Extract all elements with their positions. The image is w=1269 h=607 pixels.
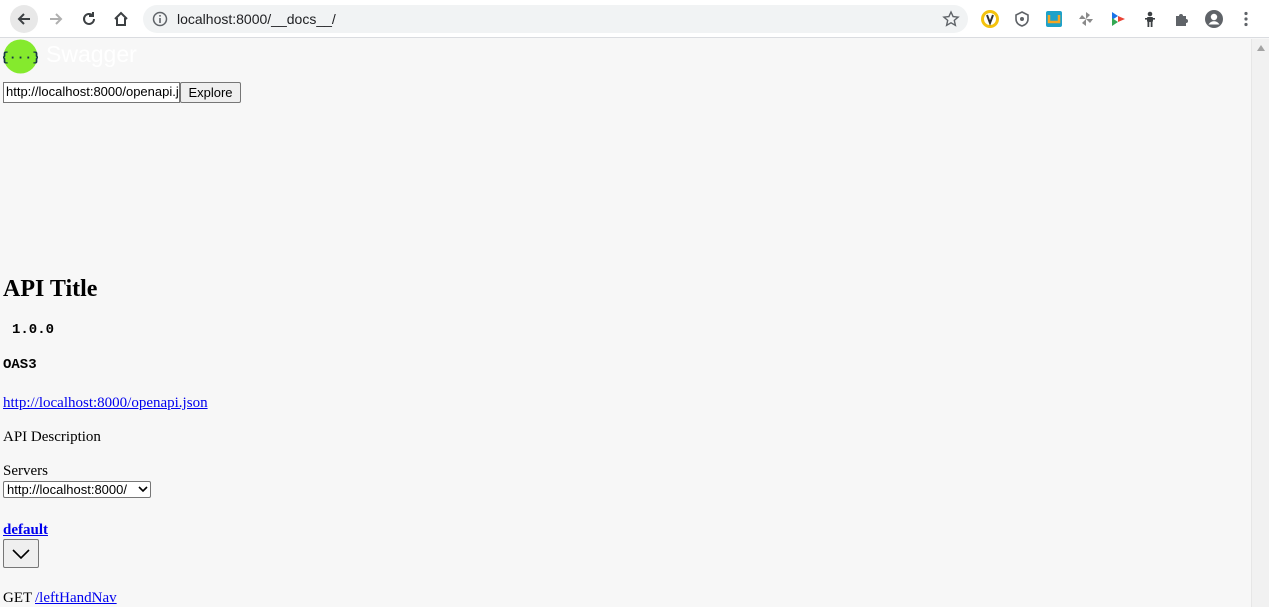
reload-icon <box>83 12 95 25</box>
address-url: localhost:8000/__docs__/ <box>177 11 336 27</box>
star-icon[interactable] <box>942 10 960 28</box>
swagger-logo-text: Swagger <box>46 41 137 67</box>
servers-selected-value: http://localhost:8000/ <box>7 482 127 497</box>
api-title: API Title <box>3 276 98 302</box>
reload-button[interactable] <box>75 5 103 33</box>
page-scrollbar[interactable] <box>1251 39 1269 607</box>
svg-text:{···}: {···} <box>3 50 38 65</box>
chevron-down-icon <box>12 548 30 559</box>
tag-default-link[interactable]: default <box>3 522 48 539</box>
chevron-down-icon <box>138 486 148 493</box>
servers-select[interactable]: http://localhost:8000/ <box>3 481 151 498</box>
menu-icon[interactable] <box>1236 9 1256 29</box>
puzzle-icon[interactable] <box>1172 9 1192 29</box>
extension-shield-icon[interactable] <box>1012 9 1032 29</box>
extension-play-icon[interactable] <box>1108 9 1128 29</box>
oas-badge: OAS3 <box>3 357 37 373</box>
operation-path-link[interactable]: /leftHandNav <box>35 590 117 607</box>
back-icon <box>17 13 30 25</box>
address-bar[interactable]: localhost:8000/__docs__/ <box>143 5 968 33</box>
profile-icon[interactable] <box>1204 9 1224 29</box>
spec-url-input[interactable]: http://localhost:8000/openapi.json <box>3 82 180 103</box>
version-badge: 1.0.0 <box>12 322 55 338</box>
home-button[interactable] <box>107 5 135 33</box>
operation-method: GET <box>3 590 33 606</box>
expand-operations-button[interactable] <box>3 539 39 568</box>
swagger-logo-icon: {···} <box>3 39 38 74</box>
spec-link[interactable]: http://localhost:8000/openapi.json <box>3 395 208 412</box>
extension-person-icon[interactable] <box>1140 9 1160 29</box>
extension-v-icon[interactable] <box>980 9 1000 29</box>
explore-button[interactable]: Explore <box>180 82 241 103</box>
extension-box-icon[interactable] <box>1044 9 1064 29</box>
forward-button[interactable] <box>42 5 70 33</box>
extension-pinwheel-icon[interactable] <box>1076 9 1096 29</box>
api-description: API Description <box>3 429 101 445</box>
forward-icon <box>50 13 63 25</box>
servers-label: Servers <box>3 463 48 479</box>
home-icon <box>114 11 128 26</box>
scroll-up-arrow-icon[interactable] <box>1257 45 1265 51</box>
info-icon[interactable] <box>152 11 168 27</box>
back-button[interactable] <box>10 5 38 33</box>
browser-toolbar: localhost:8000/__docs__/ <box>0 0 1269 38</box>
